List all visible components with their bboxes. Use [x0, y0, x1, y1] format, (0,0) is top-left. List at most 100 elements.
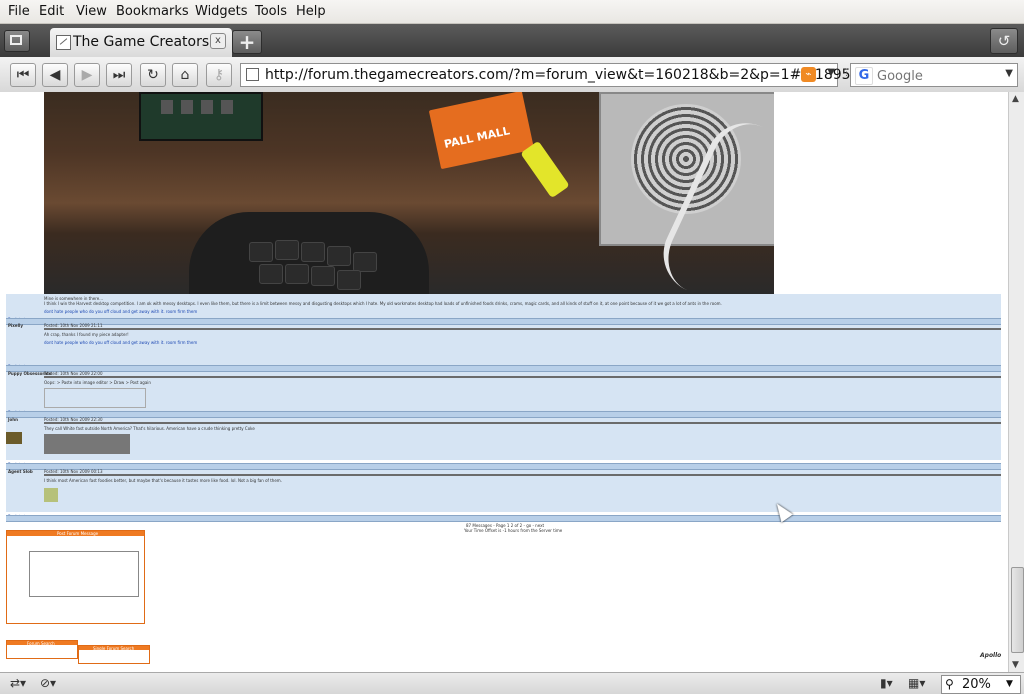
search-engine-dropdown-icon[interactable]: ▼ — [1005, 68, 1013, 79]
zoom-level: 20% — [962, 677, 991, 692]
scroll-thumb[interactable] — [1011, 567, 1024, 653]
chip — [201, 100, 213, 114]
reply-form-title: Post Forum Message — [57, 531, 99, 536]
quick-search-title: Single Forum Search — [93, 646, 135, 651]
keyboard-key — [249, 242, 273, 262]
post-body — [6, 325, 1001, 365]
signature-image — [44, 488, 58, 502]
forum-search-box: Forum Search — [6, 640, 78, 659]
divider — [44, 376, 1001, 378]
new-tab-button[interactable]: + — [232, 30, 262, 54]
forum-thread: Mine is somewhere in there... I think I … — [6, 294, 1001, 624]
lighter — [520, 140, 570, 199]
zoom-dropdown-icon[interactable]: ▼ — [1006, 679, 1013, 689]
address-url: http://forum.thegamecreators.com/?m=foru… — [265, 67, 878, 83]
closed-tabs-button[interactable]: ↺ — [990, 28, 1018, 54]
navigation-toolbar: ⏮ ◀ ▶ ⏭ ↻ ⌂ ⚷ http://forum.thegamecreato… — [0, 57, 1024, 93]
site-logo: Apollo — [980, 652, 1002, 659]
pack-label: PALL MALL — [442, 124, 512, 151]
post-user[interactable]: John — [8, 417, 18, 422]
reply-form: Post Forum Message — [6, 530, 145, 624]
key-icon: ⚷ — [213, 67, 225, 83]
menu-bar: File Edit View Bookmarks Widgets Tools H… — [0, 0, 1024, 24]
desktop-photo: PALL MALL — [44, 92, 774, 294]
page-viewport: PALL MALL Mine is somewhere in there... … — [0, 92, 1008, 672]
forum-search-title: Forum Search — [27, 641, 55, 646]
post-text: Ah crap, thanks I found my piece adapter… — [44, 332, 129, 337]
post-body — [6, 470, 1001, 512]
post-body — [6, 372, 1001, 412]
signature-link[interactable]: dont hate people who do you off cloud an… — [44, 340, 197, 345]
rewind-icon: ⏮ — [16, 67, 30, 83]
back-arrow-icon: ◀ — [49, 67, 61, 83]
google-icon: G — [855, 67, 873, 85]
close-tab-icon[interactable]: x — [210, 33, 226, 49]
signature-banner — [44, 434, 130, 454]
turbo-icon[interactable]: ⊘▾ — [40, 676, 56, 690]
post-text: Oops: > Paste into image editor > Draw >… — [44, 380, 151, 385]
menu-widgets[interactable]: Widgets — [195, 4, 248, 19]
rss-feed-icon[interactable]: ⌁ — [801, 67, 816, 82]
menu-bookmarks[interactable]: Bookmarks — [116, 4, 189, 19]
chip — [161, 100, 173, 114]
scroll-up-icon[interactable]: ▲ — [1012, 94, 1019, 104]
post-bar — [6, 318, 1001, 325]
chevron-down-icon[interactable]: ▼ — [827, 67, 835, 78]
back-button[interactable]: ◀ — [42, 63, 68, 87]
menu-help[interactable]: Help — [296, 4, 326, 19]
post-body — [6, 418, 1001, 460]
signature-image — [44, 388, 146, 408]
search-field[interactable]: G ▼ — [850, 63, 1018, 87]
forward-button[interactable]: ▶ — [74, 63, 100, 87]
keyboard — [189, 212, 429, 294]
zoom-control[interactable]: ⚲ 20% ▼ — [941, 675, 1021, 694]
tab-active[interactable]: The Game Creators ... x — [50, 28, 232, 57]
message-textarea[interactable] — [29, 551, 139, 597]
post-bar — [6, 463, 1001, 470]
post-user[interactable]: Agent Slob — [8, 469, 33, 474]
scroll-down-icon[interactable]: ▼ — [1012, 660, 1019, 670]
image-toggle-icon[interactable]: ▦▾ — [908, 676, 925, 690]
menu-tools[interactable]: Tools — [255, 4, 287, 19]
menu-file[interactable]: File — [8, 4, 30, 19]
zoom-icon: ⚲ — [945, 677, 954, 691]
fast-forward-icon: ⏭ — [112, 67, 126, 83]
security-button[interactable]: ⚷ — [206, 63, 232, 87]
avatar — [6, 432, 22, 444]
page-icon — [56, 35, 71, 50]
sync-icon[interactable]: ⇄▾ — [10, 676, 26, 690]
divider — [44, 422, 1001, 424]
keyboard-key — [259, 264, 283, 284]
forward-arrow-icon: ▶ — [81, 67, 93, 83]
home-button[interactable]: ⌂ — [172, 63, 198, 87]
panel-toggle-button[interactable] — [4, 30, 30, 52]
search-input[interactable] — [875, 66, 999, 86]
post-user[interactable]: Pixelly — [8, 323, 23, 328]
address-field[interactable]: http://forum.thegamecreators.com/?m=foru… — [240, 63, 877, 87]
post-bar — [6, 515, 1001, 522]
rewind-button[interactable]: ⏮ — [10, 63, 36, 87]
reload-button[interactable]: ↻ — [140, 63, 166, 87]
post-text: They call White fast outside North Ameri… — [44, 426, 255, 431]
vertical-scrollbar[interactable]: ▲ ▼ — [1008, 92, 1024, 672]
time-offset: Your Time Offset is -1 hours from the Se… — [464, 528, 563, 533]
keyboard-key — [311, 266, 335, 286]
keyboard-key — [301, 242, 325, 262]
fast-forward-button[interactable]: ⏭ — [106, 63, 132, 87]
panel-view-icon[interactable]: ▮▾ — [880, 676, 893, 690]
circuit-board — [139, 92, 263, 141]
post-bar — [6, 365, 1001, 372]
keyboard-key — [275, 240, 299, 260]
tab-bar: The Game Creators ... x + ↺ ••• — [0, 24, 1024, 86]
menu-view[interactable]: View — [76, 4, 107, 19]
tab-title: The Game Creators ... — [73, 34, 227, 50]
home-icon: ⌂ — [180, 67, 190, 83]
chip — [181, 100, 193, 114]
signature-link[interactable]: dont hate people who do you off cloud an… — [44, 309, 197, 314]
status-bar: ⇄▾ ⊘▾ ▮▾ ▦▾ ⚲ 20% ▼ — [0, 672, 1024, 694]
menu-edit[interactable]: Edit — [39, 4, 64, 19]
keyboard-key — [285, 264, 309, 284]
post-text: I think most American fast foodies bette… — [44, 478, 282, 483]
post-bar — [6, 411, 1001, 418]
post-body — [6, 294, 1001, 318]
